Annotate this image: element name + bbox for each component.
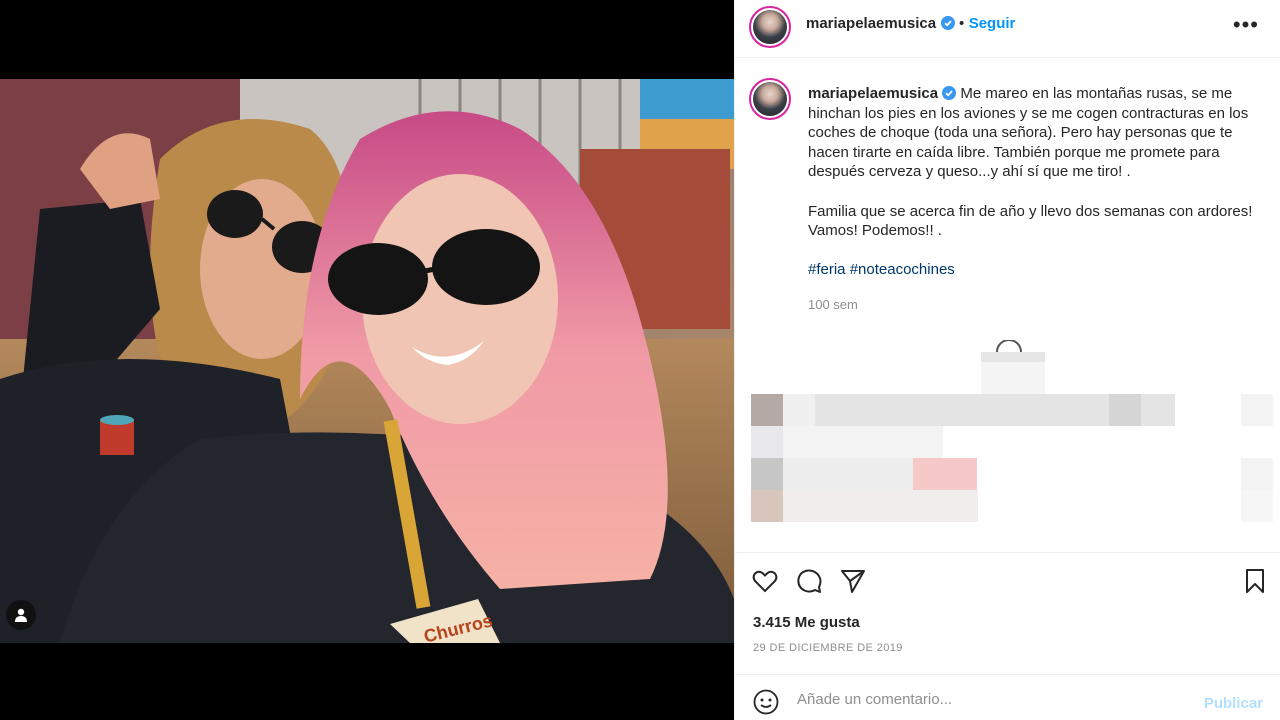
hashtag-line: #feria #noteacochines — [808, 260, 1258, 280]
user-tag-button[interactable] — [6, 600, 36, 630]
post-photo[interactable]: Churros — [0, 79, 734, 643]
verified-badge-icon — [940, 16, 955, 30]
comment-input[interactable] — [797, 687, 1177, 711]
separator-dot: • — [958, 15, 965, 32]
verified-badge-icon — [942, 86, 957, 100]
post-sidebar: mariapelaemusica • Seguir ••• mariapelae… — [734, 0, 1280, 720]
comment-bar: Publicar — [735, 674, 1280, 720]
hashtag-noteacochines[interactable]: #noteacochines — [850, 261, 955, 278]
caption-text-2: Familia que se acerca fin de año y llevo… — [808, 202, 1253, 240]
hashtag-feria[interactable]: #feria — [808, 261, 846, 278]
follow-button[interactable]: Seguir — [969, 15, 1016, 32]
header-line: mariapelaemusica • Seguir — [806, 15, 1015, 33]
post-header: mariapelaemusica • Seguir ••• — [735, 0, 1280, 58]
avatar[interactable] — [749, 6, 791, 48]
caption-avatar[interactable] — [749, 78, 791, 120]
likes-count[interactable]: 3.415 Me gusta — [753, 614, 860, 631]
caption: mariapelaemusica Me mareo en las montaña… — [808, 84, 1258, 280]
share-icon[interactable] — [839, 567, 867, 595]
emoji-icon[interactable] — [753, 689, 779, 715]
heart-icon[interactable] — [751, 567, 779, 595]
comment-icon[interactable] — [795, 567, 823, 595]
header-username[interactable]: mariapelaemusica — [806, 15, 936, 32]
user-tag-icon — [15, 608, 27, 622]
bookmark-icon[interactable] — [1241, 567, 1269, 595]
blurred-comments — [751, 340, 1273, 522]
action-bar — [735, 552, 1280, 608]
more-options-icon[interactable]: ••• — [1233, 12, 1259, 38]
instagram-post-view: Churros mariapelaemusica • Seguir ••• ma… — [0, 0, 1280, 720]
publish-button[interactable]: Publicar — [1204, 695, 1263, 712]
post-photo-illustration: Churros — [0, 79, 734, 643]
time-ago: 100 sem — [808, 297, 858, 312]
photo-pane: Churros — [0, 0, 734, 720]
post-date: 29 de diciembre de 2019 — [753, 642, 903, 654]
caption-username[interactable]: mariapelaemusica — [808, 85, 938, 102]
